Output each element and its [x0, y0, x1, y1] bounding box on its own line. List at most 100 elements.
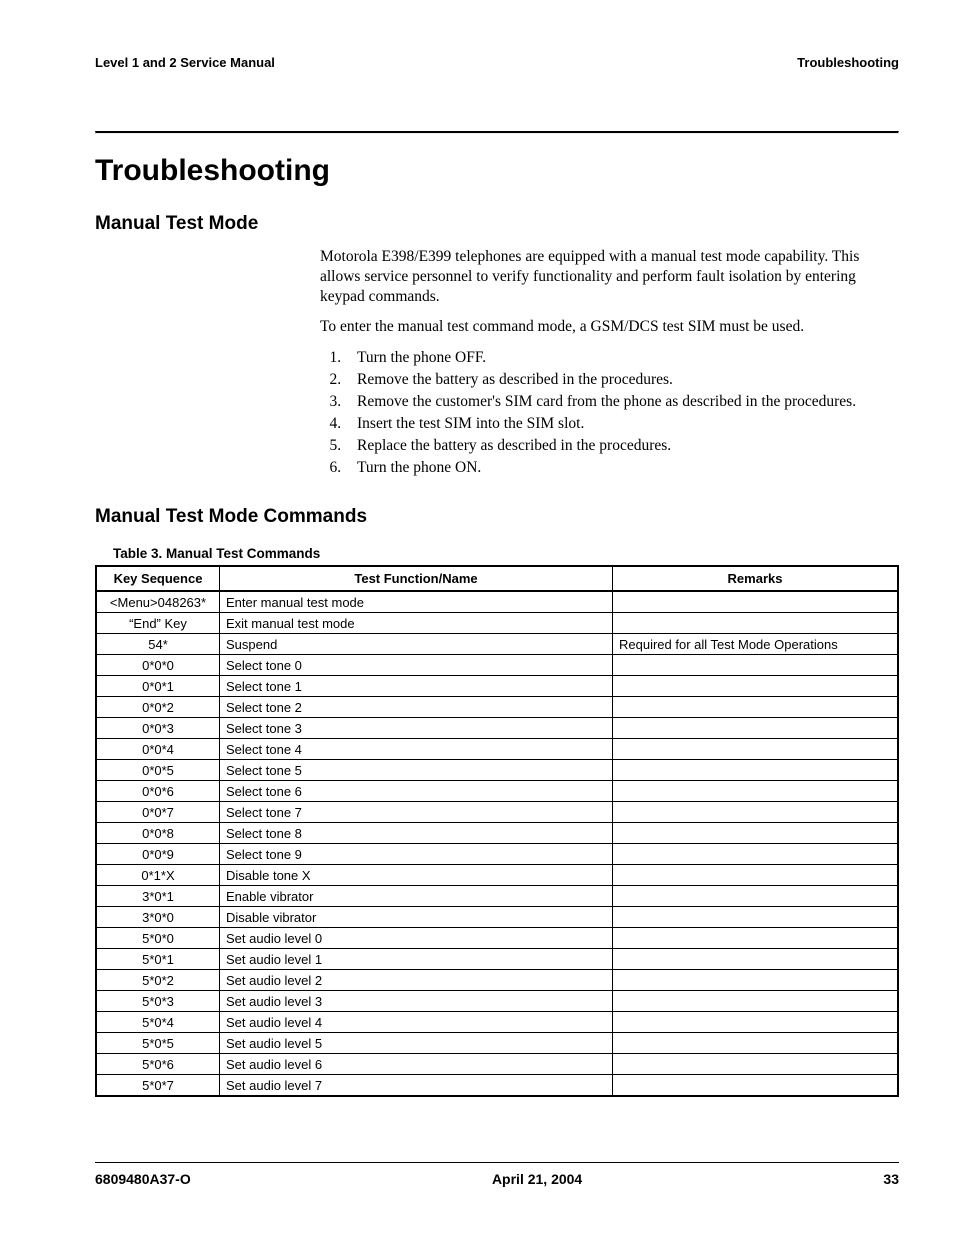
table-row: 0*0*8Select tone 8 [96, 823, 898, 844]
col-key: Key Sequence [96, 566, 220, 591]
col-rem: Remarks [613, 566, 899, 591]
section1-body: Motorola E398/E399 telephones are equipp… [320, 247, 899, 478]
table-row: 0*0*9Select tone 9 [96, 844, 898, 865]
step: Replace the battery as described in the … [345, 436, 899, 456]
table-caption: Table 3. Manual Test Commands [113, 546, 899, 561]
cell-remarks [613, 1054, 899, 1075]
cell-remarks [613, 907, 899, 928]
cell-remarks [613, 613, 899, 634]
cell-func: Select tone 9 [220, 844, 613, 865]
table-row: 0*1*XDisable tone X [96, 865, 898, 886]
table-row: 5*0*5Set audio level 5 [96, 1033, 898, 1054]
table-header-row: Key Sequence Test Function/Name Remarks [96, 566, 898, 591]
cell-key: 3*0*1 [96, 886, 220, 907]
section-heading-1: Manual Test Mode [95, 213, 899, 235]
cell-remarks [613, 949, 899, 970]
table-row: “End” KeyExit manual test mode [96, 613, 898, 634]
commands-table: Key Sequence Test Function/Name Remarks … [95, 565, 899, 1097]
cell-func: Suspend [220, 634, 613, 655]
table-body: <Menu>048263*Enter manual test mode“End”… [96, 591, 898, 1096]
col-func: Test Function/Name [220, 566, 613, 591]
cell-key: “End” Key [96, 613, 220, 634]
cell-key: 0*0*1 [96, 676, 220, 697]
cell-key: 0*0*4 [96, 739, 220, 760]
cell-key: 5*0*0 [96, 928, 220, 949]
cell-key: 5*0*3 [96, 991, 220, 1012]
cell-func: Select tone 5 [220, 760, 613, 781]
table-row: 0*0*6Select tone 6 [96, 781, 898, 802]
cell-key: 0*1*X [96, 865, 220, 886]
section1-para2: To enter the manual test command mode, a… [320, 317, 899, 337]
table-row: 0*0*1Select tone 1 [96, 676, 898, 697]
table-row: 5*0*4Set audio level 4 [96, 1012, 898, 1033]
page: Level 1 and 2 Service Manual Troubleshoo… [0, 0, 954, 1235]
cell-remarks [613, 1012, 899, 1033]
cell-remarks [613, 655, 899, 676]
table-row: 5*0*0Set audio level 0 [96, 928, 898, 949]
cell-remarks [613, 928, 899, 949]
cell-func: Set audio level 4 [220, 1012, 613, 1033]
cell-func: Select tone 0 [220, 655, 613, 676]
cell-remarks [613, 823, 899, 844]
cell-key: 5*0*7 [96, 1075, 220, 1097]
cell-remarks [613, 844, 899, 865]
footer-center: April 21, 2004 [191, 1171, 884, 1187]
cell-func: Exit manual test mode [220, 613, 613, 634]
step: Remove the battery as described in the p… [345, 370, 899, 390]
cell-remarks [613, 865, 899, 886]
cell-func: Select tone 4 [220, 739, 613, 760]
footer-right: 33 [883, 1171, 899, 1187]
cell-key: 0*0*5 [96, 760, 220, 781]
cell-key: 5*0*1 [96, 949, 220, 970]
table-row: 3*0*0Disable vibrator [96, 907, 898, 928]
cell-func: Enable vibrator [220, 886, 613, 907]
cell-func: Select tone 7 [220, 802, 613, 823]
page-footer: 6809480A37-O April 21, 2004 33 [95, 1162, 899, 1187]
cell-func: Select tone 3 [220, 718, 613, 739]
cell-func: Disable vibrator [220, 907, 613, 928]
cell-remarks [613, 991, 899, 1012]
step: Turn the phone OFF. [345, 348, 899, 368]
cell-key: 54* [96, 634, 220, 655]
table-row: 5*0*6Set audio level 6 [96, 1054, 898, 1075]
header-right: Troubleshooting [797, 55, 899, 70]
table-row: 0*0*7Select tone 7 [96, 802, 898, 823]
cell-remarks [613, 739, 899, 760]
cell-key: 5*0*6 [96, 1054, 220, 1075]
cell-func: Set audio level 5 [220, 1033, 613, 1054]
table-row: 5*0*7Set audio level 7 [96, 1075, 898, 1097]
table-row: <Menu>048263*Enter manual test mode [96, 591, 898, 613]
cell-remarks [613, 676, 899, 697]
cell-func: Select tone 1 [220, 676, 613, 697]
cell-key: 0*0*3 [96, 718, 220, 739]
cell-remarks [613, 886, 899, 907]
table-row: 0*0*2Select tone 2 [96, 697, 898, 718]
cell-remarks: Required for all Test Mode Operations [613, 634, 899, 655]
cell-key: 0*0*8 [96, 823, 220, 844]
cell-remarks [613, 970, 899, 991]
chapter-title: Troubleshooting [95, 154, 899, 188]
cell-func: Disable tone X [220, 865, 613, 886]
cell-key: 5*0*4 [96, 1012, 220, 1033]
step: Turn the phone ON. [345, 458, 899, 478]
table-row: 5*0*2Set audio level 2 [96, 970, 898, 991]
cell-remarks [613, 1075, 899, 1097]
cell-key: 0*0*7 [96, 802, 220, 823]
cell-key: 3*0*0 [96, 907, 220, 928]
table-row: 3*0*1Enable vibrator [96, 886, 898, 907]
cell-func: Select tone 2 [220, 697, 613, 718]
cell-func: Enter manual test mode [220, 591, 613, 613]
table-row: 5*0*3Set audio level 3 [96, 991, 898, 1012]
running-header: Level 1 and 2 Service Manual Troubleshoo… [95, 55, 899, 76]
cell-func: Set audio level 2 [220, 970, 613, 991]
cell-func: Select tone 8 [220, 823, 613, 844]
header-rule [95, 131, 899, 134]
step: Insert the test SIM into the SIM slot. [345, 414, 899, 434]
cell-func: Set audio level 6 [220, 1054, 613, 1075]
cell-remarks [613, 781, 899, 802]
cell-remarks [613, 802, 899, 823]
cell-func: Set audio level 0 [220, 928, 613, 949]
cell-remarks [613, 718, 899, 739]
footer-left: 6809480A37-O [95, 1171, 191, 1187]
section-heading-2: Manual Test Mode Commands [95, 506, 899, 528]
